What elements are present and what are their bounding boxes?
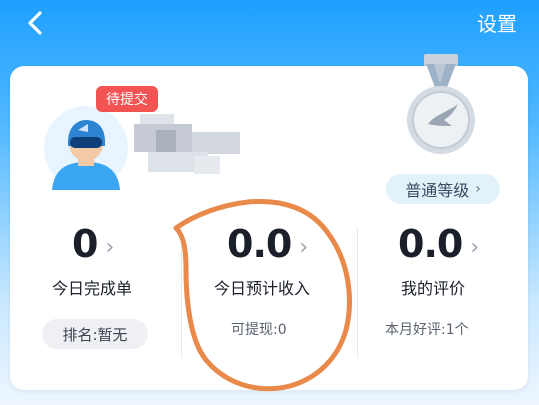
stat-label: 今日完成单	[52, 279, 133, 298]
top-bar: 设置	[0, 0, 539, 46]
stat-label: 今日预计收入	[214, 279, 311, 298]
chevron-right-icon: ›	[470, 234, 480, 260]
status-badge: 待提交	[96, 86, 158, 112]
courier-avatar-icon[interactable]	[44, 106, 128, 190]
stat-value: 0.0	[398, 222, 463, 266]
silver-medal-bird-icon	[407, 54, 475, 154]
estimated-income-stat[interactable]: 0.0 ›	[227, 222, 308, 266]
ranking-pill: 排名:暂无	[42, 319, 148, 349]
divider	[181, 228, 182, 358]
divider	[357, 228, 358, 358]
stat-value: 0.0	[227, 222, 292, 266]
chevron-right-icon: ›	[105, 234, 115, 260]
monthly-positive-reviews: 本月好评:1个	[385, 322, 469, 338]
withdrawable-amount: 可提现:0	[231, 322, 287, 338]
level-button[interactable]: 普通等级 ›	[386, 174, 500, 204]
stat-label: 我的评价	[401, 279, 466, 298]
chevron-right-icon: ›	[299, 234, 309, 260]
stat-value: 0	[72, 222, 98, 266]
chevron-left-icon[interactable]	[22, 8, 52, 38]
redacted-name	[134, 114, 240, 174]
level-label: 普通等级	[405, 181, 470, 200]
completed-orders-stat[interactable]: 0 ›	[72, 222, 114, 266]
my-rating-stat[interactable]: 0.0 ›	[398, 222, 479, 266]
settings-button[interactable]: 设置	[477, 8, 517, 37]
chevron-right-icon: ›	[475, 181, 481, 197]
